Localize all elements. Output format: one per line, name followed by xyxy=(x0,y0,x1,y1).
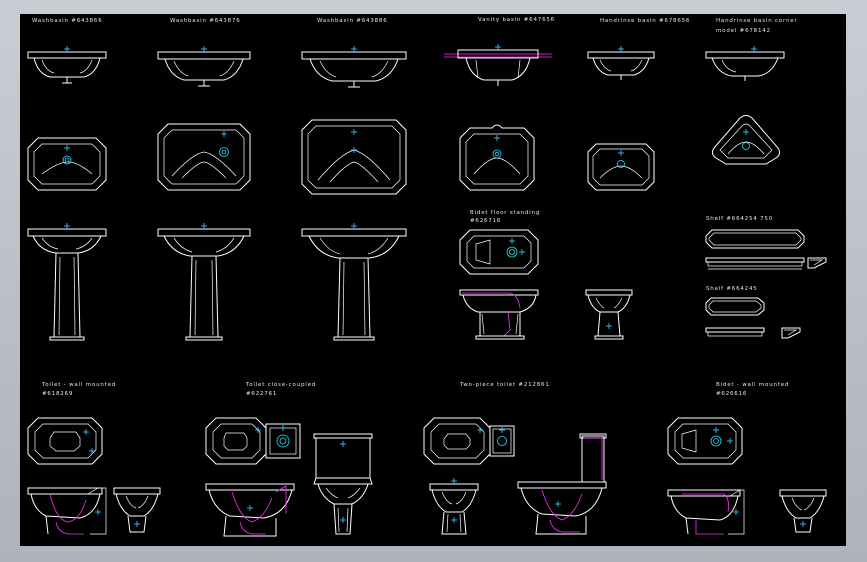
two-piece-toilet-side xyxy=(517,433,607,535)
label-bidet-floor-2: #626716 xyxy=(470,218,501,224)
washbasin-2-plan xyxy=(157,123,251,191)
toilet-close-plan xyxy=(205,417,301,465)
washbasin-2-elevation xyxy=(157,45,251,87)
label-washbasin-3: Washbasin #643886 xyxy=(317,18,388,24)
label-shelf-2: Shelf #664245 xyxy=(706,286,758,292)
bidet-floor-front xyxy=(585,289,633,340)
washbasin-2-pedestal xyxy=(157,222,251,341)
label-shelf-1: Shelf #664254 750 xyxy=(706,216,773,222)
label-toilet-close-2: #622761 xyxy=(246,391,277,397)
bidet-floor-side xyxy=(459,289,539,340)
handrinse-corner-plan xyxy=(711,115,781,165)
shelf-1-plan xyxy=(705,229,805,249)
label-bidet-wall-2: #626616 xyxy=(716,391,747,397)
cad-drawing: Washbasin #643866 Washbasin #643876 Wash… xyxy=(27,17,827,537)
toilet-wall-plan xyxy=(27,417,103,465)
bidet-wall-side xyxy=(667,489,745,535)
handrinse-basin-plan xyxy=(587,143,655,191)
label-two-piece-toilet: Two-piece toilet #212861 xyxy=(459,382,550,388)
label-bidet-wall-1: Bidet - wall mounted xyxy=(716,382,789,388)
shelf-2-plan xyxy=(705,297,765,316)
handrinse-basin-elevation xyxy=(587,45,655,80)
label-toilet-wall-2: #618269 xyxy=(42,391,73,397)
label-toilet-close-1: Toilet close-coupled xyxy=(245,382,316,388)
label-handrinse-corner-2: model #678142 xyxy=(716,28,771,34)
label-handrinse-basin: Handrinse basin #678656 xyxy=(600,18,690,24)
label-washbasin-2: Washbasin #643876 xyxy=(170,18,241,24)
label-handrinse-corner-1: Handrinse basin corner xyxy=(716,18,798,24)
toilet-wall-front xyxy=(113,487,161,533)
toilet-close-front xyxy=(313,433,373,535)
bidet-wall-plan xyxy=(667,417,743,465)
washbasin-3-pedestal xyxy=(301,222,407,341)
cad-viewport[interactable]: Washbasin #643866 Washbasin #643876 Wash… xyxy=(20,14,846,546)
shelf-1-elevation xyxy=(705,257,827,270)
washbasin-3-plan xyxy=(301,119,407,195)
bidet-wall-front xyxy=(779,489,827,533)
vanity-basin-plan xyxy=(459,124,535,191)
shelf-2-elevation xyxy=(705,327,801,339)
label-vanity-basin: Vanity basin #647656 xyxy=(478,17,555,23)
washbasin-1-elevation xyxy=(27,45,107,84)
handrinse-corner-elevation xyxy=(705,45,785,81)
label-toilet-wall-1: Toilet - wall mounted xyxy=(41,382,116,388)
bidet-floor-plan xyxy=(459,229,539,275)
two-piece-toilet-plan xyxy=(423,417,515,465)
vanity-basin-elevation xyxy=(444,43,552,86)
label-bidet-floor-1: Bidet floor standing xyxy=(470,210,540,216)
toilet-wall-side xyxy=(27,487,107,535)
label-washbasin-1: Washbasin #643866 xyxy=(32,18,103,24)
washbasin-3-elevation xyxy=(301,45,407,88)
washbasin-1-pedestal xyxy=(27,222,107,341)
two-piece-toilet-front xyxy=(429,477,479,535)
toilet-close-side xyxy=(205,483,295,537)
washbasin-1-plan xyxy=(27,137,107,191)
